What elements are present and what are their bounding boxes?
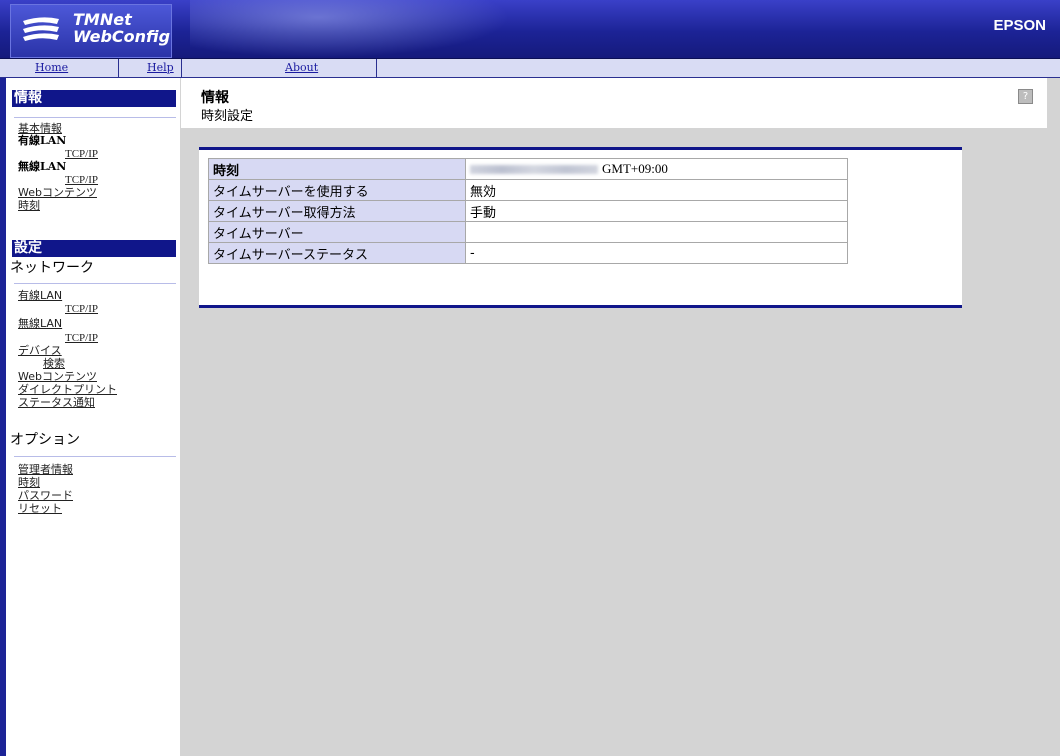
sidebar-item-time[interactable]: 時刻 [18, 200, 40, 212]
table-row: タイムサーバーステータス - [208, 242, 848, 264]
row-label-acquisition-method: タイムサーバー取得方法 [208, 200, 466, 222]
row-value-acquisition-method: 手動 [465, 200, 848, 222]
timezone-value: GMT+09:00 [602, 161, 668, 176]
time-info-table: 時刻 GMT+09:00 タイムサーバーを使用する 無効 タイムサーバー取得方法… [208, 158, 848, 264]
sidebar-item-wired-tcpip[interactable]: TCP/IP [65, 148, 98, 160]
sidebar-item-network-web-contents[interactable]: Webコンテンツ [18, 371, 97, 383]
sidebar: 情報 基本情報 有線LAN TCP/IP 無線LAN TCP/IP Webコンテ… [0, 78, 180, 756]
help-icon[interactable]: ? [1018, 89, 1033, 104]
row-label-time-server: タイムサーバー [208, 221, 466, 243]
epson-brand: EPSON [993, 17, 1046, 34]
table-row: タイムサーバー [208, 221, 848, 243]
sidebar-label-wired-lan: 有線LAN [18, 134, 67, 147]
logo-line-1: TMNet [73, 10, 132, 29]
sidebar-item-admin-info[interactable]: 管理者情報 [18, 464, 73, 476]
sidebar-item-option-time[interactable]: 時刻 [18, 477, 40, 489]
nav-about-link[interactable]: About [285, 61, 318, 74]
tmnet-logo: TMNet WebConfig [10, 4, 172, 58]
right-margin [1047, 78, 1060, 756]
row-value-use-time-server: 無効 [465, 179, 848, 201]
time-info-panel: 時刻 GMT+09:00 タイムサーバーを使用する 無効 タイムサーバー取得方法… [199, 147, 962, 308]
row-label-time-server-status: タイムサーバーステータス [208, 242, 466, 264]
sidebar-divider [14, 283, 176, 284]
row-label-time: 時刻 [208, 158, 466, 180]
page-subtitle: 時刻設定 [201, 109, 254, 124]
logo-mark-icon [23, 17, 59, 41]
nav-cell-help: Help [119, 59, 182, 77]
row-label-use-time-server: タイムサーバーを使用する [208, 179, 466, 201]
sidebar-item-network-wired-tcpip[interactable]: TCP/IP [65, 303, 98, 315]
nav-home-link[interactable]: Home [35, 61, 68, 74]
table-row: タイムサーバーを使用する 無効 [208, 179, 848, 201]
sidebar-item-reset[interactable]: リセット [18, 503, 62, 515]
banner-decoration [190, 0, 510, 58]
sidebar-item-web-contents[interactable]: Webコンテンツ [18, 187, 97, 199]
page-title: 情報 [201, 90, 229, 106]
row-value-time-server [465, 221, 848, 243]
sidebar-item-password[interactable]: パスワード [18, 490, 73, 502]
nav-help-link[interactable]: Help [147, 61, 174, 74]
sidebar-item-wireless-tcpip[interactable]: TCP/IP [65, 174, 98, 186]
content-header: 情報 時刻設定 ? [181, 78, 1047, 128]
sidebar-item-direct-print[interactable]: ダイレクトプリント [18, 384, 117, 396]
logo-line-2: WebConfig [73, 27, 171, 46]
sidebar-item-status-notify[interactable]: ステータス通知 [18, 397, 95, 409]
nav-bar: Home Help About [0, 59, 1060, 78]
sidebar-item-network-wireless-lan[interactable]: 無線LAN [18, 318, 62, 330]
table-row: 時刻 GMT+09:00 [208, 158, 848, 180]
sidebar-label-wireless-lan: 無線LAN [18, 160, 67, 173]
redacted-datetime [470, 165, 598, 174]
sidebar-divider [14, 456, 176, 457]
sidebar-item-search[interactable]: 検索 [43, 358, 65, 370]
sidebar-label-options: オプション [10, 432, 80, 448]
nav-cell-home: Home [6, 59, 119, 77]
sidebar-item-device[interactable]: デバイス [18, 345, 62, 357]
nav-cell-about: About [182, 59, 377, 77]
row-value-time: GMT+09:00 [465, 158, 848, 180]
sidebar-item-network-wireless-tcpip[interactable]: TCP/IP [65, 332, 98, 344]
header-banner: TMNet WebConfig EPSON [0, 0, 1060, 59]
table-row: タイムサーバー取得方法 手動 [208, 200, 848, 222]
row-value-time-server-status: - [465, 242, 848, 264]
sidebar-divider [14, 117, 176, 118]
sidebar-heading-info: 情報 [12, 90, 176, 107]
sidebar-heading-settings: 設定 [12, 240, 176, 257]
sidebar-item-network-wired-lan[interactable]: 有線LAN [18, 290, 62, 302]
sidebar-label-network: ネットワーク [10, 260, 94, 276]
